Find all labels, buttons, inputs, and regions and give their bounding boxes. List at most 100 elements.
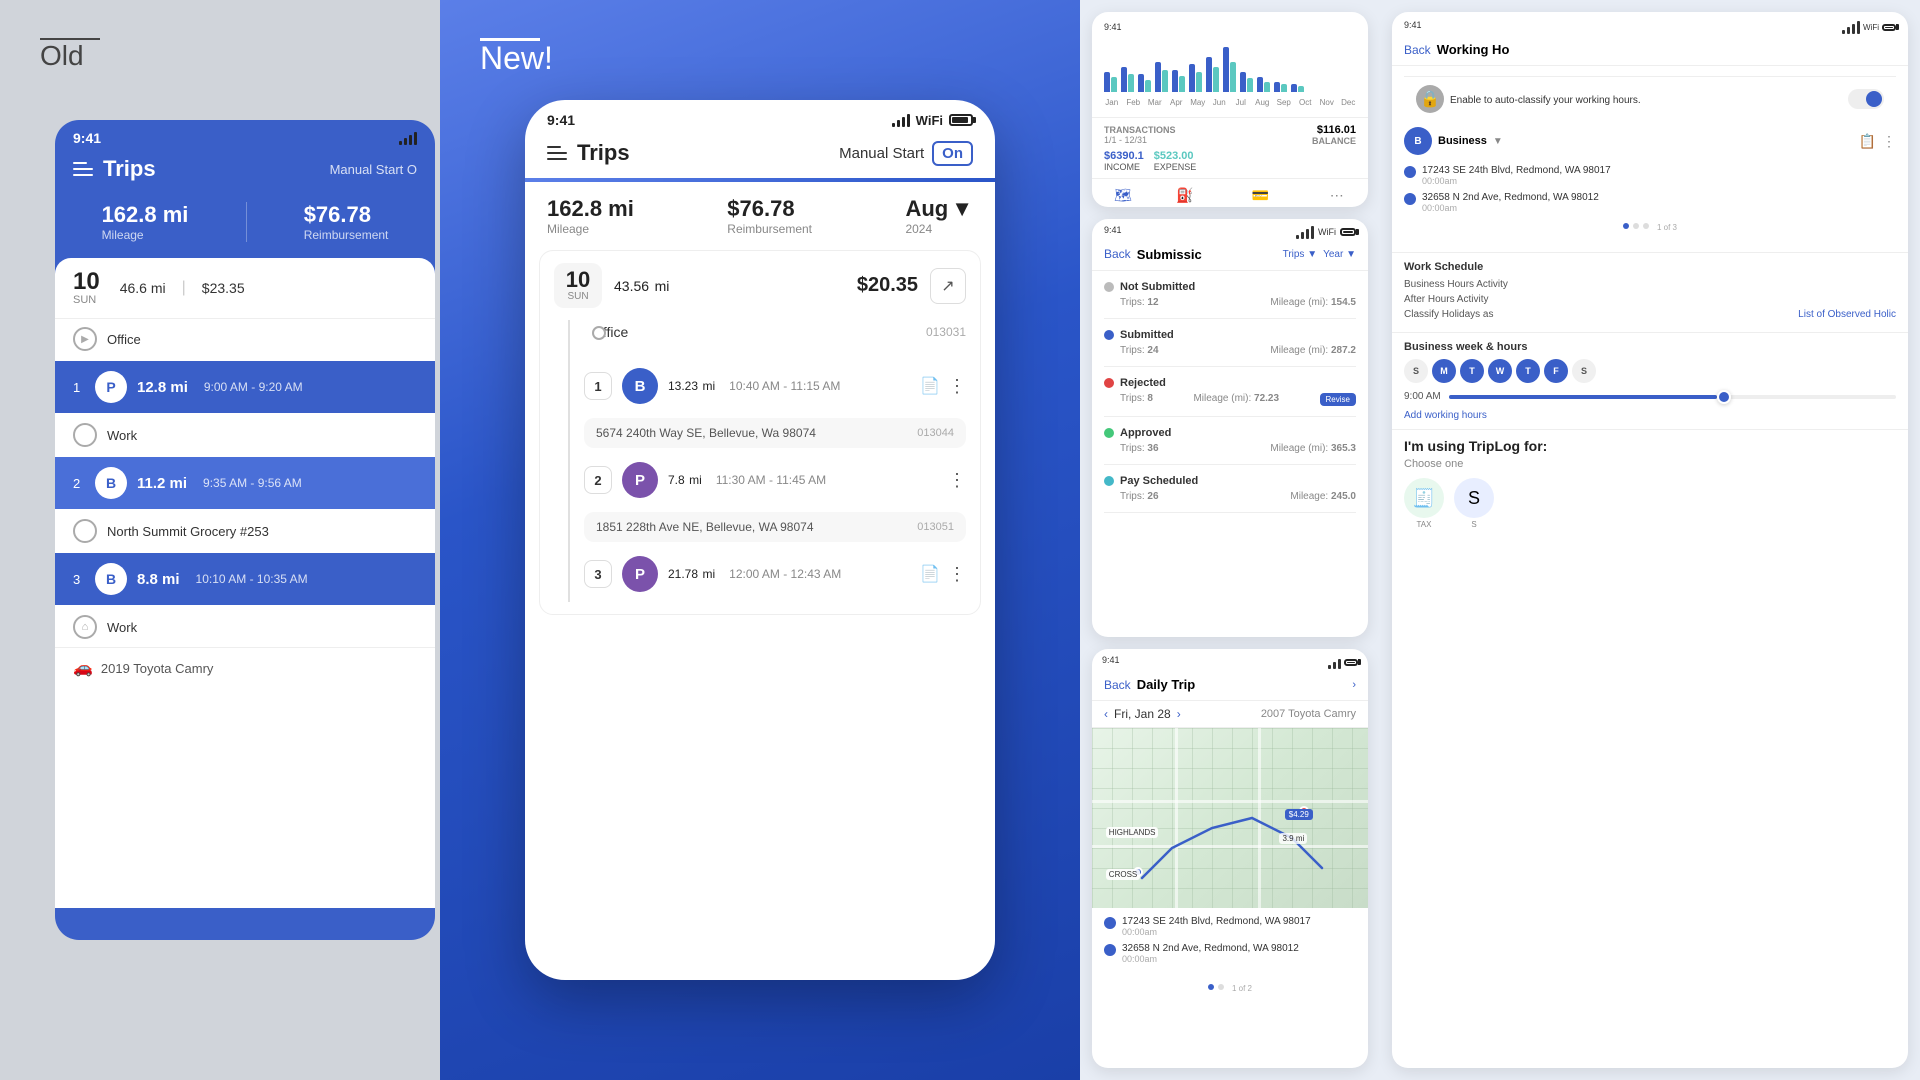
map-route-svg bbox=[1092, 728, 1368, 908]
more-icon-3[interactable]: ⋮ bbox=[948, 564, 966, 585]
menu-icon[interactable] bbox=[73, 162, 93, 176]
new-stats: 162.8 mi Mileage $76.78 Reimbursement Au… bbox=[525, 182, 995, 242]
year-filter[interactable]: Year ▼ bbox=[1323, 249, 1356, 260]
copy-icon[interactable]: 📋 bbox=[1859, 133, 1876, 150]
triplog-icons-row: 🧾 TAX S S bbox=[1404, 478, 1896, 529]
status-dot-red bbox=[1104, 378, 1114, 388]
status-submitted[interactable]: Submitted Trips: 24 Mileage (mi): 287.2 bbox=[1104, 319, 1356, 367]
export-button[interactable]: ↗ bbox=[930, 268, 966, 304]
map-dot-1[interactable] bbox=[1208, 984, 1214, 990]
wloc-pin-2 bbox=[1404, 193, 1416, 205]
more-working-icon[interactable]: ⋮ bbox=[1882, 133, 1896, 150]
working-locations: 17243 SE 24th Blvd, Redmond, WA 98017 00… bbox=[1404, 165, 1896, 213]
map-left-arrow-icon[interactable]: ‹ bbox=[1104, 707, 1108, 721]
map-phone: 9:41 Back Daily Trip › bbox=[1092, 649, 1368, 1068]
triplog-s-icon[interactable]: S S bbox=[1454, 478, 1494, 529]
old-trip-1[interactable]: 1 P 12.8 mi 9:00 AM - 9:20 AM bbox=[55, 361, 435, 413]
working-dot-1[interactable] bbox=[1623, 223, 1629, 229]
nav-transactions[interactable]: 💳 Transactions bbox=[1238, 187, 1284, 207]
nav-trips[interactable]: 🗺 Trips bbox=[1114, 187, 1132, 207]
more-nav-icon: ⋯ bbox=[1330, 187, 1344, 204]
nav-more[interactable]: ⋯ More bbox=[1328, 187, 1346, 207]
old-trip-3[interactable]: 3 B 8.8 mi 10:10 AM - 10:35 AM bbox=[55, 553, 435, 605]
car-icon: 🚗 bbox=[73, 658, 93, 678]
day-T2[interactable]: T bbox=[1516, 359, 1540, 383]
fuel-nav-icon: ⛽ bbox=[1176, 187, 1193, 204]
new-mileage-stat: 162.8 mi Mileage bbox=[547, 196, 634, 236]
address-1: 5674 240th Way SE, Bellevue, Wa 98074 01… bbox=[584, 418, 966, 448]
more-icon-2[interactable]: ⋮ bbox=[948, 470, 966, 491]
tx-income-expense: $6390.1 INCOME $523.00 EXPENSE bbox=[1104, 150, 1356, 172]
new-status-bar: 9:41 WiFi bbox=[525, 100, 995, 136]
working-toggle-section: 🔒 Enable to auto-classify your working h… bbox=[1404, 76, 1896, 127]
new-phone: 9:41 WiFi bbox=[525, 100, 995, 980]
old-trip-2[interactable]: 2 B 11.2 mi 9:35 AM - 9:56 AM bbox=[55, 457, 435, 509]
map-visual: HIGHLANDS CROSS $4.29 3.9 mi bbox=[1092, 728, 1368, 908]
map-addr-2: 32658 N 2nd Ave, Redmond, WA 98012 00:00… bbox=[1104, 943, 1356, 964]
map-back-button[interactable]: Back bbox=[1104, 678, 1131, 692]
map-right-arrow-icon[interactable]: › bbox=[1177, 707, 1181, 721]
nav-fuel[interactable]: ⛽ Fuel bbox=[1176, 187, 1193, 207]
add-hours-link[interactable]: Add working hours bbox=[1404, 410, 1896, 421]
new-reimbursement-stat: $76.78 Reimbursement bbox=[727, 196, 812, 236]
working-header: Back Working Ho bbox=[1392, 38, 1908, 66]
lock-icon: 🔒 bbox=[1416, 85, 1444, 113]
time-row: 9:00 AM bbox=[1404, 391, 1896, 402]
trip-avatar-new-3: P bbox=[622, 556, 658, 592]
map-header: Back Daily Trip › bbox=[1092, 669, 1368, 701]
doc-icon-1[interactable]: 📄 bbox=[920, 376, 940, 396]
signal-bars bbox=[399, 131, 417, 145]
status-dot-blue bbox=[1104, 330, 1114, 340]
day-S1[interactable]: S bbox=[1404, 359, 1428, 383]
status-not-submitted[interactable]: Not Submitted Trips: 12 Mileage (mi): 15… bbox=[1104, 271, 1356, 319]
office-node: Office 013031 bbox=[584, 320, 966, 344]
day-M[interactable]: M bbox=[1432, 359, 1456, 383]
working-title: Working Ho bbox=[1437, 42, 1896, 57]
working-dot-3[interactable] bbox=[1643, 223, 1649, 229]
doc-icon-3[interactable]: 📄 bbox=[920, 564, 940, 584]
trip-item-3[interactable]: 3 P 21.78 mi 12:00 AM - 12:43 AM 📄 ⋮ bbox=[584, 546, 966, 602]
day-T1[interactable]: T bbox=[1460, 359, 1484, 383]
triplog-tax-icon[interactable]: 🧾 TAX bbox=[1404, 478, 1444, 529]
working-back-button[interactable]: Back bbox=[1404, 43, 1431, 57]
map-dot-2[interactable] bbox=[1218, 984, 1224, 990]
working-toggle[interactable] bbox=[1848, 89, 1884, 109]
chart-labels: JanFebMarAprMayJun JulAugSepOctNovDec bbox=[1104, 98, 1356, 107]
trips-filter[interactable]: Trips ▼ bbox=[1283, 249, 1318, 260]
old-content: 10 SUN 46.6 mi | $23.35 ▶ Office 1 P 12.… bbox=[55, 258, 435, 908]
after-hours-row: After Hours Activity bbox=[1404, 294, 1896, 305]
manual-start-label: Manual Start bbox=[839, 145, 924, 162]
status-signal bbox=[1296, 225, 1314, 239]
right-col1: 9:41 JanFebMarAprMayJu bbox=[1080, 0, 1380, 1080]
old-mileage-stat: 162.8 mi Mileage bbox=[102, 202, 189, 242]
biz-week-section: Business week & hours S M T W T F S 9:00… bbox=[1392, 332, 1908, 429]
status-pay-scheduled[interactable]: Pay Scheduled Trips: 26 Mileage: 245.0 bbox=[1104, 465, 1356, 513]
trip-item-1[interactable]: 1 B 13.23 mi 10:40 AM - 11:15 AM 📄 ⋮ bbox=[584, 358, 966, 414]
more-icon-1[interactable]: ⋮ bbox=[948, 376, 966, 397]
status-back-button[interactable]: Back bbox=[1104, 247, 1131, 261]
status-approved[interactable]: Approved Trips: 36 Mileage (mi): 365.3 bbox=[1104, 417, 1356, 465]
address-2: 1851 228th Ave NE, Bellevue, WA 98074 01… bbox=[584, 512, 966, 542]
trip-avatar-new-1: B bbox=[622, 368, 658, 404]
stats-phone: 9:41 JanFebMarAprMayJu bbox=[1092, 12, 1368, 207]
day-S2[interactable]: S bbox=[1572, 359, 1596, 383]
day-W[interactable]: W bbox=[1488, 359, 1512, 383]
trips-nav-icon: 🗺 bbox=[1114, 187, 1132, 204]
new-time: 9:41 bbox=[547, 112, 575, 128]
trip-avatar-new-2: P bbox=[622, 462, 658, 498]
day-F[interactable]: F bbox=[1544, 359, 1568, 383]
holidays-link[interactable]: List of Observed Holic bbox=[1798, 309, 1896, 320]
revise-button[interactable]: Revise bbox=[1320, 393, 1356, 406]
day-box: 10 SUN bbox=[554, 263, 602, 308]
trip-item-2[interactable]: 2 P 7.8 mi 11:30 AM - 11:45 AM ⋮ bbox=[584, 452, 966, 508]
old-work-row-2: ⌂ Work bbox=[55, 607, 435, 647]
working-dot-2[interactable] bbox=[1633, 223, 1639, 229]
map-location-label-1: HIGHLANDS bbox=[1106, 827, 1159, 838]
time-slider[interactable] bbox=[1449, 395, 1896, 399]
working-signal bbox=[1842, 20, 1860, 34]
status-rejected[interactable]: Rejected Trips: 8 Mileage (mi): 72.23 Re… bbox=[1104, 367, 1356, 417]
status-header: Back Submissic Trips ▼ Year ▼ bbox=[1092, 239, 1368, 271]
new-menu-icon[interactable] bbox=[547, 146, 567, 160]
map-pagination-dots: 1 of 2 bbox=[1092, 978, 1368, 999]
on-toggle[interactable]: On bbox=[932, 141, 973, 166]
